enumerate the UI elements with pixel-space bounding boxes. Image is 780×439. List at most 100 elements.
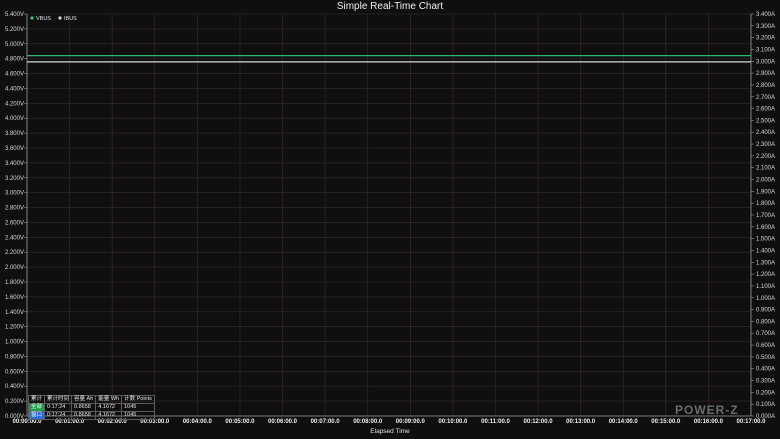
y-right-tick-label: 0.100A [756, 402, 775, 408]
y-right-tick-label: 0.200A [756, 390, 775, 396]
grid [26, 13, 752, 417]
x-tick-label: 00:14:00.0 [609, 419, 639, 425]
power-z-logo: POWER-Z [675, 403, 739, 417]
legend[interactable]: VBUS IBUS [30, 16, 77, 22]
y-right-tick-label: 0.300A [756, 379, 775, 385]
stats-tag-all[interactable]: 全部 [27, 403, 46, 412]
y-left-tick-label: 1.200V [5, 325, 24, 331]
x-tick-label: 00:07:00.0 [311, 419, 341, 425]
y-left-tick-label: 0.800V [5, 354, 24, 360]
y-left-tick-label: 4.000V [5, 116, 24, 122]
legend-marker-ibus [58, 16, 62, 20]
stats-row-all: 全部 0:17:24 0.8658 4.1672 1045 [27, 403, 155, 412]
y-left-tick-label: 4.800V [5, 57, 24, 63]
x-tick-label: 00:12:00.0 [524, 419, 554, 425]
stats-header-cell: 能量 Wh [95, 395, 123, 404]
y-left-tick-label: 3.400V [5, 161, 24, 167]
y-right-tick-label: 2.900A [756, 71, 775, 77]
y-axis-left: 0.000V0.200V0.400V0.600V0.800V1.000V1.20… [5, 12, 28, 420]
y-right-tick-label: 0.400A [756, 367, 775, 373]
y-right-tick-label: 0.700A [756, 331, 775, 337]
y-left-tick-label: 3.800V [5, 131, 24, 137]
y-right-tick-label: 2.400A [756, 130, 775, 136]
y-right-tick-label: 0.600A [756, 343, 775, 349]
y-left-tick-label: 1.800V [5, 280, 24, 286]
y-right-tick-label: 2.100A [756, 166, 775, 172]
stats-header-row: 累计 累计时间 容量 Ah 能量 Wh 计数 Points [27, 395, 155, 404]
y-right-tick-label: 2.500A [756, 118, 775, 124]
y-left-tick-label: 5.200V [5, 27, 24, 33]
stats-header-cell: 累计时间 [44, 395, 73, 404]
y-right-tick-label: 3.100A [756, 47, 775, 53]
x-tick-label: 00:04:00.0 [183, 419, 213, 425]
y-left-tick-label: 0.600V [5, 369, 24, 375]
stats-time: 0:17:24 [44, 403, 73, 412]
y-right-tick-label: 2.200A [756, 154, 775, 160]
y-left-tick-label: 5.000V [5, 42, 24, 48]
y-right-tick-label: 0.800A [756, 319, 775, 325]
y-left-tick-label: 2.800V [5, 206, 24, 212]
y-right-tick-label: 2.800A [756, 83, 775, 89]
x-tick-label: 00:11:00.0 [481, 419, 510, 425]
y-right-tick-label: 3.400A [756, 12, 775, 18]
y-right-tick-label: 1.200A [756, 272, 775, 278]
x-tick-label: 00:05:00.0 [225, 419, 255, 425]
x-tick-label: 00:16:00.0 [694, 419, 724, 425]
y-left-tick-label: 1.000V [5, 340, 24, 346]
y-left-tick-label: 4.200V [5, 101, 24, 107]
y-left-tick-label: 5.400V [5, 12, 24, 18]
y-left-tick-label: 2.200V [5, 250, 24, 256]
y-right-tick-label: 0.900A [756, 308, 775, 314]
y-right-tick-label: 3.300A [756, 24, 775, 30]
y-right-tick-label: 1.300A [756, 260, 775, 266]
y-left-tick-label: 2.000V [5, 265, 24, 271]
y-right-tick-label: 2.300A [756, 142, 775, 148]
x-tick-label: 00:15:00.0 [651, 419, 681, 425]
y-left-tick-label: 3.000V [5, 191, 24, 197]
y-right-tick-label: 2.000A [756, 178, 775, 184]
y-left-tick-label: 3.600V [5, 146, 24, 152]
y-right-tick-label: 2.700A [756, 95, 775, 101]
stats-wh: 4.1672 [95, 411, 123, 420]
stats-ah: 0.8658 [71, 411, 97, 420]
y-left-tick-label: 0.400V [5, 384, 24, 390]
y-right-tick-label: 1.800A [756, 201, 775, 207]
y-left-tick-label: 3.200V [5, 176, 24, 182]
stats-ah: 0.8658 [71, 403, 97, 412]
x-tick-label: 00:17:00.0 [736, 419, 766, 425]
stats-tag-window[interactable]: 窗口 [27, 411, 46, 420]
y-right-tick-label: 3.200A [756, 36, 775, 42]
y-left-tick-label: 1.600V [5, 295, 24, 301]
x-tick-label: 00:10:00.0 [438, 419, 468, 425]
x-tick-label: 00:09:00.0 [396, 419, 426, 425]
y-left-tick-label: 2.600V [5, 220, 24, 226]
x-tick-label: 00:06:00.0 [268, 419, 298, 425]
x-tick-label: 00:13:00.0 [566, 419, 596, 425]
y-right-tick-label: 2.600A [756, 107, 775, 113]
stats-row-window: 窗口 0:17:24 0.8658 4.1672 1045 [27, 411, 155, 420]
stats-points: 1045 [121, 403, 155, 412]
y-right-tick-label: 3.000A [756, 59, 775, 65]
x-tick-label: 00:08:00.0 [353, 419, 383, 425]
stats-wh: 4.1672 [95, 403, 123, 412]
y-left-tick-label: 2.400V [5, 235, 24, 241]
y-left-tick-label: 4.600V [5, 72, 24, 78]
y-right-tick-label: 1.900A [756, 189, 775, 195]
stats-header-cell: 容量 Ah [71, 395, 97, 404]
y-right-tick-label: 1.600A [756, 225, 775, 231]
y-right-tick-label: 1.500A [756, 237, 775, 243]
y-right-tick-label: 1.700A [756, 213, 775, 219]
stats-header-cell: 计数 Points [121, 395, 155, 404]
y-axis-right: 0.000A0.100A0.200A0.300A0.400A0.500A0.60… [750, 12, 775, 420]
chart-title: Simple Real-Time Chart [337, 1, 444, 12]
legend-marker-vbus [30, 16, 34, 20]
legend-label-vbus: VBUS [36, 16, 51, 22]
stats-header-cell: 累计 [27, 395, 46, 404]
stats-time: 0:17:24 [44, 411, 73, 420]
x-axis-label: Elapsed Time [370, 428, 410, 435]
legend-label-ibus: IBUS [64, 16, 77, 22]
y-left-tick-label: 4.400V [5, 86, 24, 92]
y-right-tick-label: 1.100A [756, 284, 775, 290]
y-left-tick-label: 0.200V [5, 399, 24, 405]
y-right-tick-label: 1.000A [756, 296, 775, 302]
